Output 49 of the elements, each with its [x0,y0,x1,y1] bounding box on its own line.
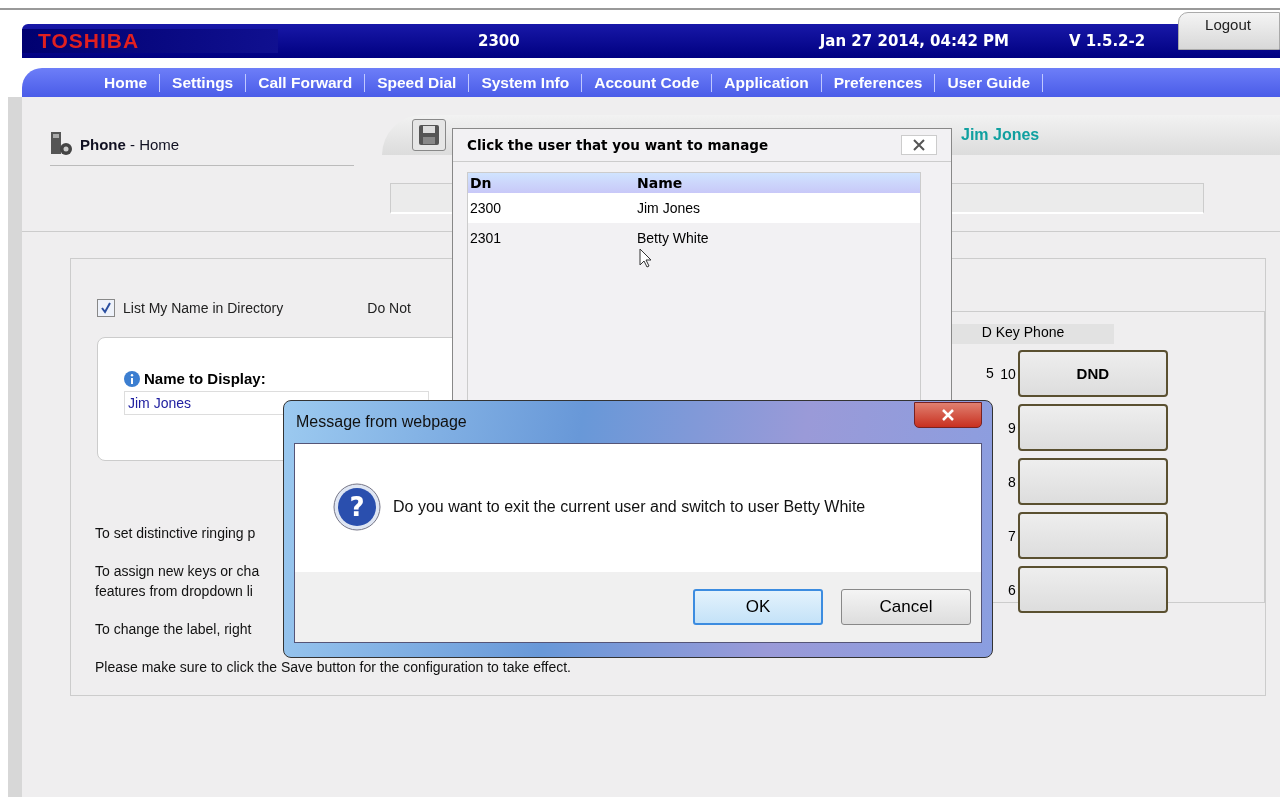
key-number: 5 [986,365,994,381]
instruction-text: To assign new keys or cha features from dropdown li [95,562,260,601]
question-icon: ? [333,483,381,531]
directory-checkbox[interactable] [97,299,115,317]
column-header: Dn [469,175,493,191]
nav-link[interactable]: Call Forward [246,73,366,92]
user-row[interactable]: 2301 Betty White [468,223,920,253]
version-label: V 1.5.2-2 [1069,32,1146,50]
nav-link[interactable]: System Info [469,73,583,92]
nav-link[interactable]: Account Code [582,73,713,92]
column-header: Name [637,175,683,191]
close-icon[interactable] [914,402,982,428]
instruction-text: To change the label, right [95,620,252,639]
dialog-message: Do you want to exit the current user and switch to user Betty White [393,498,866,516]
cancel-button[interactable]: Cancel [841,589,971,625]
nav-link[interactable]: User Guide [935,73,1044,92]
user-row[interactable]: 2300 Jim Jones [468,193,920,223]
key-number: 8 [1007,473,1016,490]
phone-key[interactable] [1017,512,1168,559]
key-number: 9 [1007,419,1016,436]
nav-link[interactable]: Preferences [821,73,936,92]
nav-link[interactable]: Settings [160,73,247,92]
field-label: Name to Display: [144,370,266,387]
logo: TOSHIBA [22,29,278,53]
managed-account-name: Jim Jones [961,126,1040,144]
key-number: 6 [1007,581,1016,598]
ok-button[interactable]: OK [693,589,823,625]
phone-key[interactable] [1017,566,1168,613]
phone-key[interactable] [1017,458,1168,505]
instruction-text: To set distinctive ringing p [95,524,256,543]
save-icon[interactable] [412,119,446,151]
page-title: Phone - Home [80,135,180,153]
dialog-title: Click the user that you want to manage [467,137,769,153]
phone-key[interactable] [1017,404,1168,451]
checkbox-label: List My Name in Directory [123,300,284,316]
info-icon [124,370,140,387]
datetime-label: Jan 27 2014, 04:42 PM [819,32,1009,50]
instruction-text: Please make sure to click the Save button for the configuration to take effect. [95,658,571,677]
key-number: 10 [999,365,1016,382]
dnd-label: Do Not [367,300,411,316]
nav-link[interactable]: Speed Dial [365,73,470,92]
phone-key[interactable]: DND [1017,350,1168,397]
extension-label: 2300 [478,32,520,50]
nav-link[interactable]: Application [712,73,822,92]
nav-link[interactable]: Home [92,73,161,92]
key-number: 7 [1007,527,1016,544]
dialog-title: Message from webpage [296,413,467,431]
phone-gear-icon [50,131,74,157]
logout-button[interactable]: Logout [1178,12,1280,50]
